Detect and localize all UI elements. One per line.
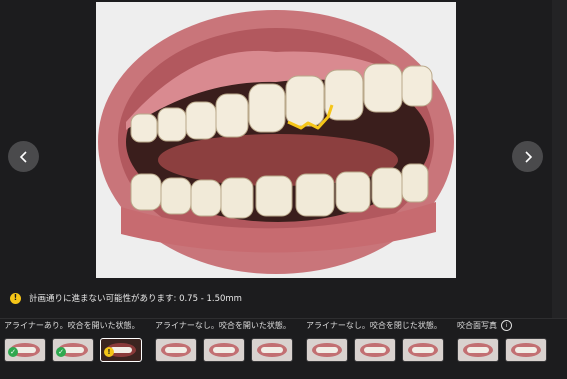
warning-text: 計画通りに進まない可能性があります: 0.75 - 1.50mm	[29, 294, 242, 304]
chevron-left-icon	[19, 150, 27, 163]
photo-thumbnail[interactable]	[505, 338, 547, 362]
thumbnail-teeth	[213, 347, 235, 353]
group-label: アライナーあり。咬合を開いた状態。	[4, 320, 140, 331]
photo-thumbnail[interactable]	[155, 338, 197, 362]
info-icon[interactable]: i	[501, 320, 512, 331]
warning-message: ! 計画通りに進まない可能性があります: 0.75 - 1.50mm	[10, 290, 242, 306]
photo-thumbnail[interactable]	[306, 338, 348, 362]
thumbnail-teeth	[467, 347, 489, 353]
photo-thumbnail[interactable]	[251, 338, 293, 362]
group-label-text: アライナーなし。咬合を閉じた状態。	[306, 321, 442, 330]
thumbnail-row	[457, 338, 547, 362]
thumbnail-row	[306, 338, 444, 362]
mouth-image	[96, 2, 456, 278]
photo-viewer	[0, 0, 567, 318]
photo-thumbnail-selected[interactable]: !	[100, 338, 142, 362]
warning-icon: !	[104, 347, 114, 357]
next-photo-button[interactable]	[512, 141, 543, 172]
thumbnail-teeth	[165, 347, 187, 353]
group-label: アライナーなし。咬合を開いた状態。	[155, 320, 291, 331]
photo-thumbnail[interactable]	[203, 338, 245, 362]
thumbnail-row: ✓ ✓ !	[4, 338, 142, 362]
thumbnail-teeth	[412, 347, 434, 353]
group-label: アライナーなし。咬合を閉じた状態。	[306, 320, 442, 331]
photo-thumbnail[interactable]	[457, 338, 499, 362]
scrollbar-track[interactable]	[552, 0, 567, 318]
chevron-right-icon	[524, 150, 532, 163]
divider	[0, 318, 567, 319]
thumbnail-row	[155, 338, 293, 362]
thumbnail-teeth	[316, 347, 338, 353]
thumbnail-teeth	[261, 347, 283, 353]
group-label: 咬合面写真 i	[457, 320, 512, 331]
previous-photo-button[interactable]	[8, 141, 39, 172]
warning-icon: !	[10, 292, 21, 304]
photo-groups: アライナーあり。咬合を開いた状態。 ✓ ✓ ! アライナーなし。咬合を開いた状態…	[0, 320, 567, 379]
check-icon: ✓	[56, 347, 66, 357]
photo-thumbnail[interactable]: ✓	[4, 338, 46, 362]
photo-thumbnail[interactable]	[402, 338, 444, 362]
group-label-text: 咬合面写真	[457, 321, 497, 330]
thumbnail-teeth	[364, 347, 386, 353]
photo-thumbnail[interactable]	[354, 338, 396, 362]
photo-thumbnail[interactable]: ✓	[52, 338, 94, 362]
intraoral-photo	[96, 2, 456, 278]
check-icon: ✓	[8, 347, 18, 357]
group-label-text: アライナーなし。咬合を開いた状態。	[155, 321, 291, 330]
thumbnail-teeth	[515, 347, 537, 353]
group-label-text: アライナーあり。咬合を開いた状態。	[4, 321, 140, 330]
